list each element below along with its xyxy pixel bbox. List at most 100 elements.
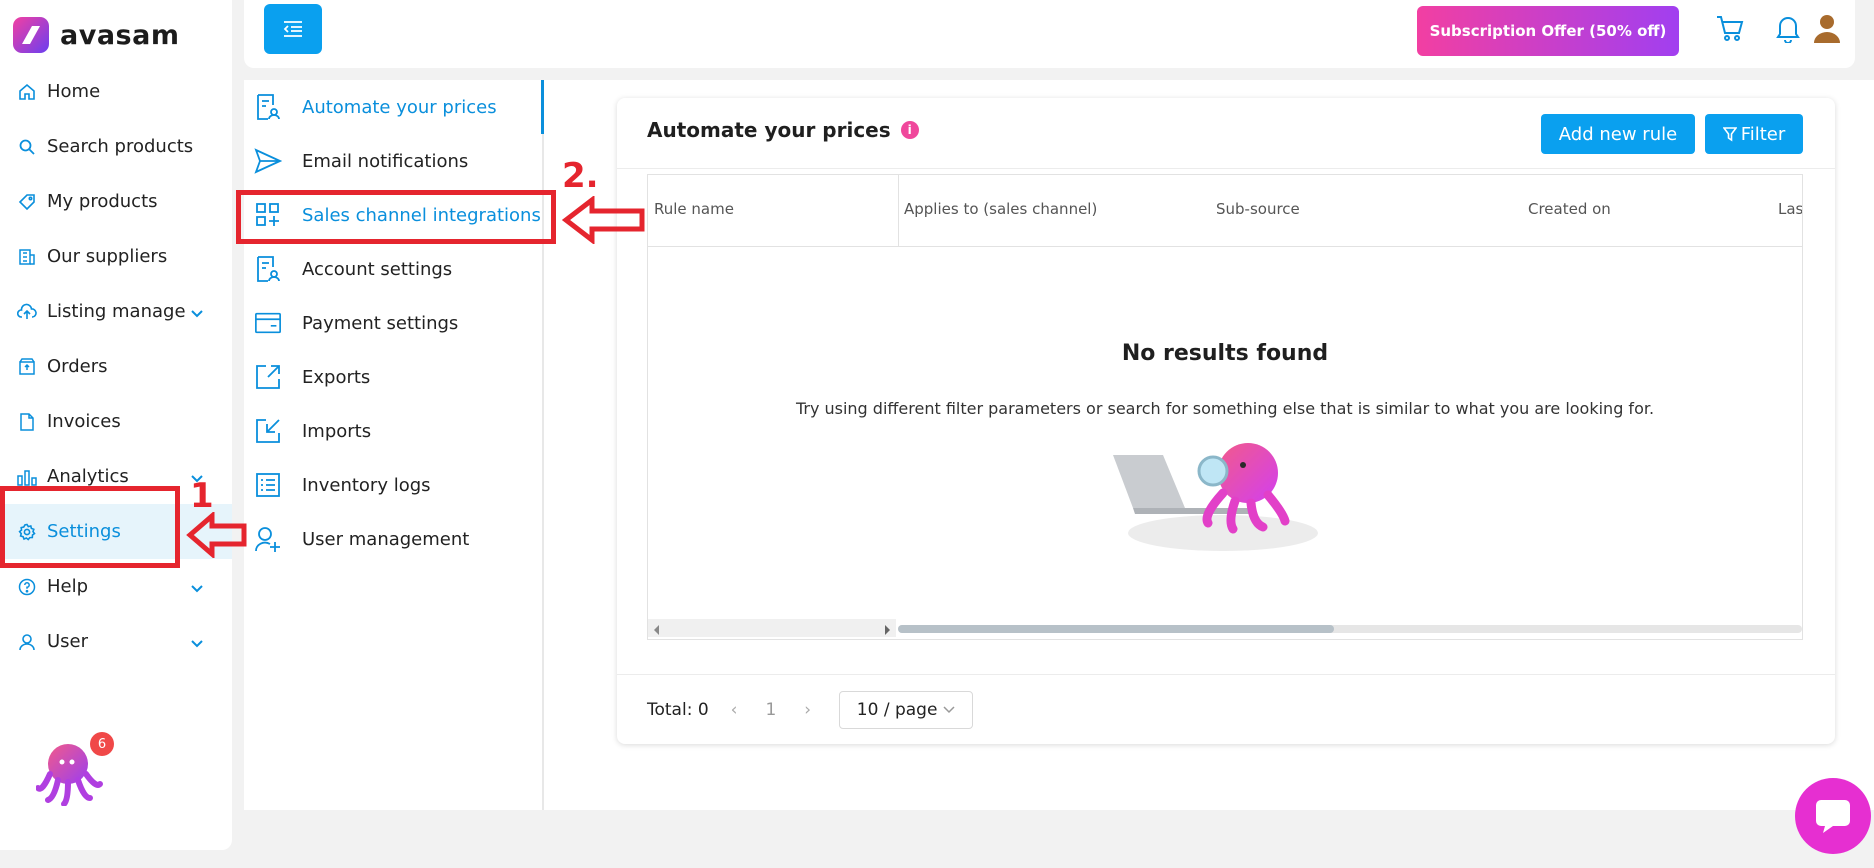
scroll-right-icon[interactable] <box>884 621 892 640</box>
page-title-text: Automate your prices <box>647 118 891 142</box>
home-icon <box>17 82 37 102</box>
info-icon[interactable]: i <box>900 121 919 139</box>
sidebar-item-label: Orders <box>47 356 108 377</box>
page-size-value: 10 / page <box>856 700 938 720</box>
empty-state-title: No results found <box>1121 341 1329 366</box>
column-header-created-on[interactable]: Created on <box>1528 200 1611 218</box>
logo[interactable]: avasam <box>12 16 179 54</box>
cart-icon[interactable] <box>1714 12 1746 44</box>
subscription-offer-button[interactable]: Subscription Offer (50% off) <box>1417 6 1679 56</box>
chevron-down-icon[interactable] <box>190 303 204 324</box>
bar-chart-icon <box>17 467 37 487</box>
sidebar-item-our-suppliers[interactable]: Our suppliers <box>0 229 232 284</box>
bell-icon[interactable] <box>1772 12 1804 44</box>
horizontal-scrollbar[interactable] <box>648 617 1802 639</box>
page-number[interactable]: 1 <box>765 700 776 720</box>
filter-button-label: Filter <box>1740 123 1786 145</box>
import-icon <box>254 417 282 445</box>
sidebar-item-home[interactable]: Home <box>0 64 232 119</box>
menu-toggle-button[interactable] <box>264 4 322 54</box>
settings-item-account-settings[interactable]: Account settings <box>244 242 544 296</box>
user-add-icon <box>254 525 282 553</box>
add-new-rule-button[interactable]: Add new rule <box>1541 114 1695 154</box>
filter-button[interactable]: Filter <box>1705 114 1803 154</box>
settings-item-payment-settings[interactable]: Payment settings <box>244 296 544 350</box>
prev-page-icon[interactable]: ‹ <box>731 700 738 720</box>
page-title: Automate your prices i <box>647 118 919 142</box>
cloud-upload-icon <box>17 302 37 322</box>
filter-icon <box>1722 127 1737 142</box>
card-icon <box>254 309 282 337</box>
column-header-applies-to[interactable]: Applies to (sales channel) <box>904 200 1097 218</box>
building-icon <box>17 247 37 267</box>
avatar[interactable] <box>1811 12 1843 44</box>
column-header-last[interactable]: Las <box>1778 200 1802 218</box>
settings-item-label: Imports <box>302 420 372 442</box>
column-header-rule-name[interactable]: Rule name <box>654 200 734 218</box>
divider <box>617 168 1835 169</box>
empty-state-illustration <box>1113 443 1323 553</box>
tag-icon <box>17 192 37 212</box>
settings-item-label: Email notifications <box>302 150 469 172</box>
scroll-left-icon[interactable] <box>652 621 660 640</box>
user-icon <box>17 632 37 652</box>
sidebar-item-label: Listing manage <box>47 301 186 322</box>
settings-item-email-notifications[interactable]: Email notifications <box>244 134 544 188</box>
scrollbar-fixed-area <box>648 619 896 637</box>
rules-table: Rule name Applies to (sales channel) Sub… <box>647 174 1803 640</box>
sidebar-item-search-products[interactable]: Search products <box>0 119 232 174</box>
sidebar-item-label: Home <box>47 81 101 102</box>
settings-item-inventory-logs[interactable]: Inventory logs <box>244 458 544 512</box>
chevron-down-icon <box>943 706 955 714</box>
sidebar-nav: Home Search products My products Our sup… <box>0 64 232 669</box>
settings-item-label: Automate your prices <box>302 96 497 118</box>
list-icon <box>254 471 282 499</box>
sidebar: avasam Home Search products My products … <box>0 0 232 850</box>
sidebar-item-user[interactable]: User <box>0 614 232 669</box>
sidebar-item-label: User <box>47 631 89 652</box>
column-header-sub-source[interactable]: Sub-source <box>1216 200 1300 218</box>
total-count: Total: 0 <box>647 700 709 720</box>
scrollbar-thumb[interactable] <box>898 625 1334 633</box>
sidebar-item-listing-manage[interactable]: Listing manage <box>0 284 232 339</box>
sidebar-item-my-products[interactable]: My products <box>0 174 232 229</box>
annotation-arrow-left-icon <box>186 510 248 562</box>
settings-item-label: User management <box>302 528 470 550</box>
sidebar-item-label: Invoices <box>47 411 121 432</box>
empty-state-message: Try using different filter parameters or… <box>795 399 1655 418</box>
app-name: avasam <box>60 19 180 51</box>
settings-item-imports[interactable]: Imports <box>244 404 544 458</box>
sidebar-item-orders[interactable]: Orders <box>0 339 232 394</box>
table-header: Rule name Applies to (sales channel) Sub… <box>648 175 1802 247</box>
page-size-select[interactable]: 10 / page <box>839 691 974 729</box>
document-icon <box>17 412 37 432</box>
help-icon <box>17 577 37 597</box>
settings-item-user-management[interactable]: User management <box>244 512 544 566</box>
divider <box>617 674 1835 675</box>
settings-item-label: Payment settings <box>302 312 459 334</box>
sidebar-item-label: My products <box>47 191 158 212</box>
chat-button[interactable] <box>1795 778 1871 854</box>
settings-item-label: Exports <box>302 366 371 388</box>
table-header-clip: Rule name Applies to (sales channel) Sub… <box>648 175 1802 247</box>
account-doc-icon <box>254 255 282 283</box>
search-icon <box>17 137 37 157</box>
sidebar-item-invoices[interactable]: Invoices <box>0 394 232 449</box>
annotation-box-settings <box>0 486 180 568</box>
pagination: Total: 0 ‹ 1 › 10 / page <box>647 690 974 730</box>
annotation-step-1: 1 <box>190 476 214 516</box>
notification-badge: 6 <box>90 732 114 756</box>
column-separator <box>898 175 899 247</box>
automate-prices-card: Automate your prices i Add new rule Filt… <box>617 98 1835 744</box>
settings-item-label: Account settings <box>302 258 453 280</box>
price-rule-icon <box>254 93 282 121</box>
chevron-down-icon[interactable] <box>190 578 204 599</box>
settings-item-automate-prices[interactable]: Automate your prices <box>244 80 544 134</box>
sidebar-item-label: Our suppliers <box>47 246 168 267</box>
chevron-down-icon[interactable] <box>190 633 204 654</box>
settings-item-label: Inventory logs <box>302 474 431 496</box>
chat-icon <box>1816 800 1850 833</box>
topbar: Subscription Offer (50% off) <box>244 0 1855 68</box>
settings-item-exports[interactable]: Exports <box>244 350 544 404</box>
next-page-icon[interactable]: › <box>804 700 811 720</box>
